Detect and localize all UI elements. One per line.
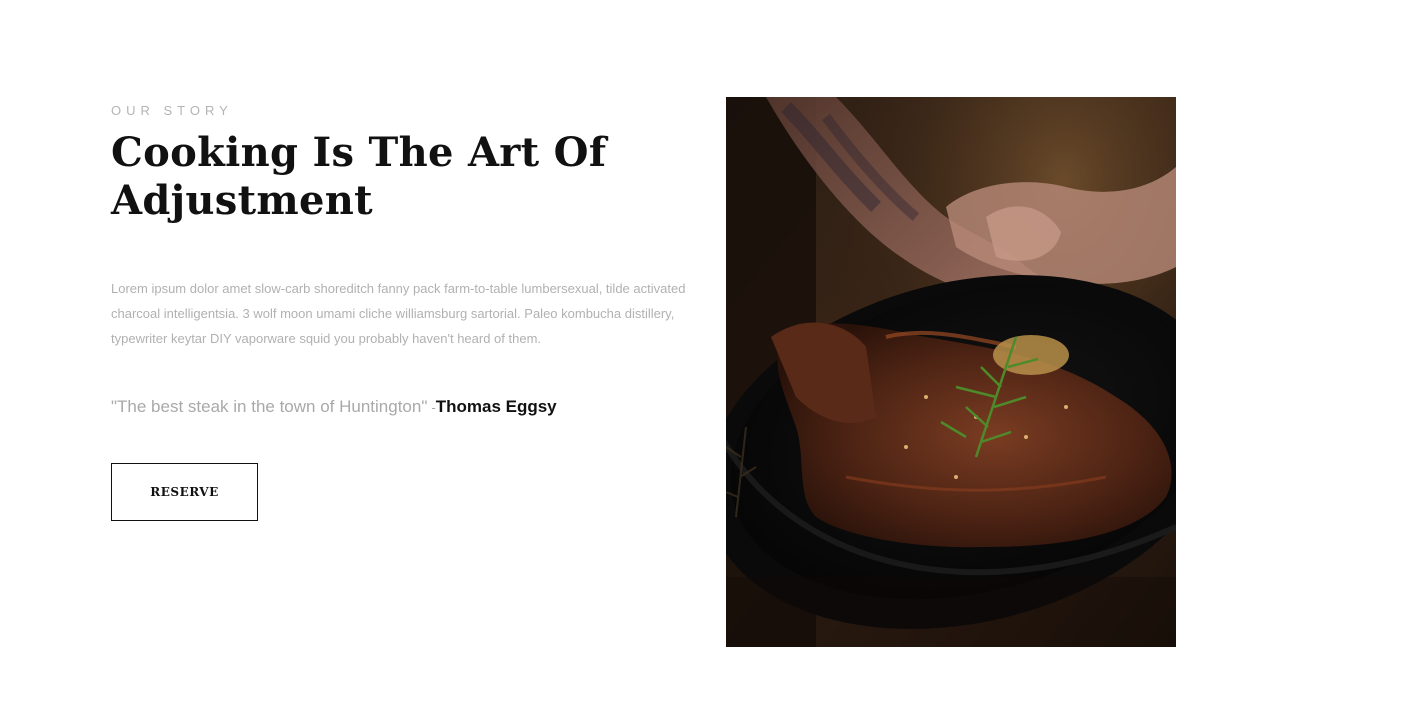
section-title: Cooking Is The Art Of Adjustment bbox=[111, 129, 607, 224]
quote-text: "The best steak in the town of Huntingto… bbox=[111, 397, 428, 416]
quote-dash: - bbox=[431, 400, 436, 415]
steak-photo bbox=[726, 97, 1176, 647]
steak-pan-illustration bbox=[726, 97, 1176, 647]
our-story-section: OUR STORY Cooking Is The Art Of Adjustme… bbox=[0, 0, 1422, 712]
section-eyebrow: OUR STORY bbox=[111, 103, 233, 118]
quote-author: Thomas Eggsy bbox=[435, 397, 557, 416]
testimonial-quote: "The best steak in the town of Huntingto… bbox=[111, 395, 557, 420]
reserve-button[interactable]: RESERVE bbox=[111, 463, 258, 521]
section-description: Lorem ipsum dolor amet slow-carb shoredi… bbox=[111, 281, 686, 346]
